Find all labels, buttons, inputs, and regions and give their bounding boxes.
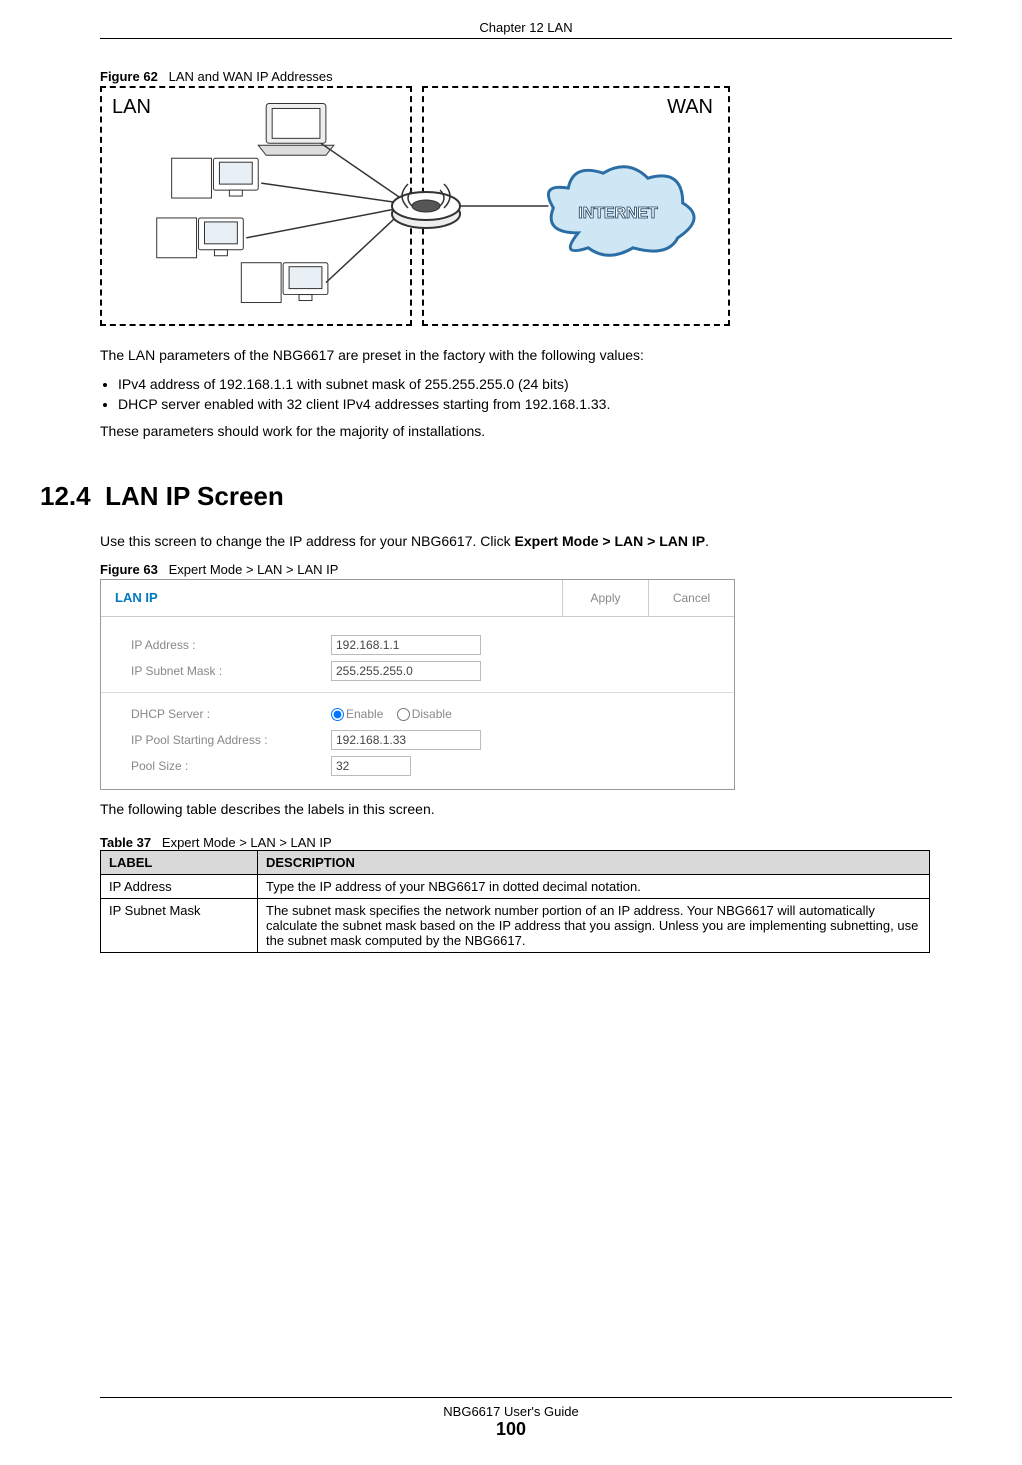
lan-ip-screenshot: LAN IP Apply Cancel IP Address : IP Subn… bbox=[100, 579, 735, 790]
dhcp-enable-label: Enable bbox=[346, 707, 383, 721]
footer-rule bbox=[100, 1397, 952, 1398]
cell-label: IP Address bbox=[101, 875, 258, 899]
lan-preset-note: These parameters should work for the maj… bbox=[100, 422, 952, 442]
header-rule bbox=[100, 38, 952, 39]
table-row: IP Address Type the IP address of your N… bbox=[101, 875, 930, 899]
footer-guide: NBG6617 User's Guide bbox=[0, 1404, 1022, 1419]
pool-size-label: Pool Size : bbox=[131, 759, 331, 773]
section-intro: Use this screen to change the IP address… bbox=[100, 532, 952, 552]
chapter-header: Chapter 12 LAN bbox=[100, 20, 952, 35]
ip-address-label: IP Address : bbox=[131, 638, 331, 652]
wan-box: WAN INTERNET bbox=[422, 86, 730, 326]
table-37-caption: Table 37 Expert Mode > LAN > LAN IP bbox=[100, 835, 952, 850]
cell-desc: The subnet mask specifies the network nu… bbox=[258, 899, 930, 953]
figure-62-text: LAN and WAN IP Addresses bbox=[169, 69, 333, 84]
apply-button[interactable]: Apply bbox=[562, 580, 648, 616]
ip-subnet-label: IP Subnet Mask : bbox=[131, 664, 331, 678]
figure-63-caption: Figure 63 Expert Mode > LAN > LAN IP bbox=[100, 562, 952, 577]
dhcp-enable-radio[interactable] bbox=[331, 708, 344, 721]
cell-label: IP Subnet Mask bbox=[101, 899, 258, 953]
bullet-ipv4: IPv4 address of 192.168.1.1 with subnet … bbox=[118, 376, 952, 392]
table-row: IP Subnet Mask The subnet mask specifies… bbox=[101, 899, 930, 953]
figure-63-text: Expert Mode > LAN > LAN IP bbox=[169, 562, 339, 577]
dhcp-label: DHCP Server : bbox=[131, 707, 331, 721]
page-footer: NBG6617 User's Guide 100 bbox=[0, 1397, 1022, 1440]
figure-62-diagram: LAN bbox=[100, 86, 952, 326]
table-37: LABEL DESCRIPTION IP Address Type the IP… bbox=[100, 850, 930, 953]
pool-size-input[interactable] bbox=[331, 756, 411, 776]
ip-address-input[interactable] bbox=[331, 635, 481, 655]
figure-63-label: Figure 63 bbox=[100, 562, 158, 577]
page-number: 100 bbox=[0, 1419, 1022, 1440]
pool-start-input[interactable] bbox=[331, 730, 481, 750]
th-label: LABEL bbox=[101, 851, 258, 875]
section-heading: 12.4 LAN IP Screen bbox=[40, 481, 952, 512]
lan-preset-list: IPv4 address of 192.168.1.1 with subnet … bbox=[100, 376, 952, 412]
panel-title: LAN IP bbox=[101, 590, 562, 605]
th-desc: DESCRIPTION bbox=[258, 851, 930, 875]
bullet-dhcp: DHCP server enabled with 32 client IPv4 … bbox=[118, 396, 952, 412]
lan-preset-intro: The LAN parameters of the NBG6617 are pr… bbox=[100, 346, 952, 366]
section-intro-bold: Expert Mode > LAN > LAN IP bbox=[515, 533, 706, 549]
svg-text:INTERNET: INTERNET bbox=[579, 205, 659, 222]
screenshot-divider bbox=[101, 692, 734, 693]
table-intro: The following table describes the labels… bbox=[100, 800, 952, 820]
table-37-label: Table 37 bbox=[100, 835, 151, 850]
pool-start-label: IP Pool Starting Address : bbox=[131, 733, 331, 747]
figure-62-caption: Figure 62 LAN and WAN IP Addresses bbox=[100, 69, 952, 84]
figure-62-label: Figure 62 bbox=[100, 69, 158, 84]
cell-desc: Type the IP address of your NBG6617 in d… bbox=[258, 875, 930, 899]
dhcp-disable-label: Disable bbox=[412, 707, 452, 721]
table-37-text: Expert Mode > LAN > LAN IP bbox=[162, 835, 332, 850]
ip-subnet-input[interactable] bbox=[331, 661, 481, 681]
section-intro-pre: Use this screen to change the IP address… bbox=[100, 533, 515, 549]
wan-label: WAN bbox=[667, 96, 713, 119]
lan-box: LAN bbox=[100, 86, 412, 326]
cancel-button[interactable]: Cancel bbox=[648, 580, 734, 616]
section-number: 12.4 bbox=[40, 481, 91, 511]
section-intro-post: . bbox=[705, 533, 709, 549]
router-icon bbox=[390, 176, 462, 231]
lan-label: LAN bbox=[112, 96, 151, 119]
dhcp-disable-radio[interactable] bbox=[397, 708, 410, 721]
section-title: LAN IP Screen bbox=[105, 481, 284, 511]
